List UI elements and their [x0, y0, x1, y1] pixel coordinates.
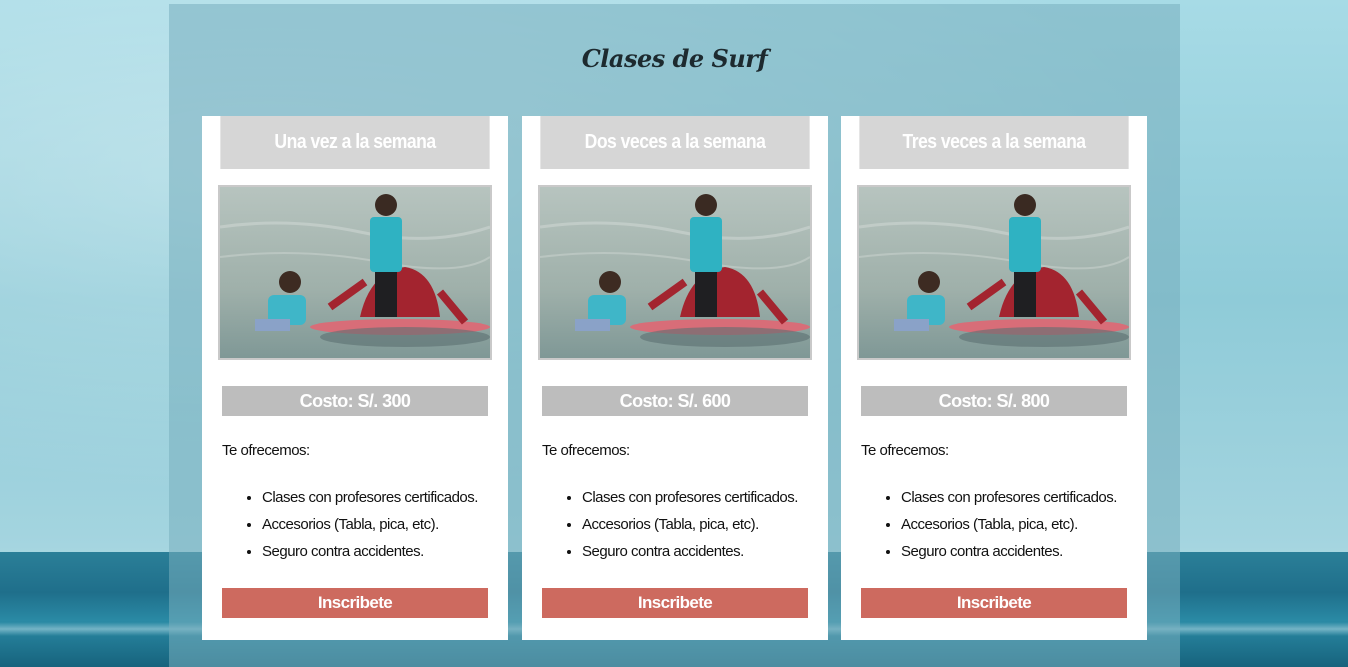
feature-item: Accesorios (Tabla, pica, etc). [582, 515, 798, 542]
feature-item: Clases con profesores certificados. [262, 488, 478, 515]
offer-label: Te ofrecemos: [861, 442, 949, 459]
offer-label: Te ofrecemos: [222, 442, 310, 459]
plan-card-three-weekly: Tres veces a la semana Costo: S/. 800 Te… [841, 116, 1147, 640]
price-label: Costo: S/. 300 [222, 386, 488, 416]
plan-card-twice-weekly: Dos veces a la semana Costo: S/. 600 Te … [522, 116, 828, 640]
surf-lesson-photo [218, 185, 492, 360]
page-title: Clases de Surf [581, 44, 768, 73]
plan-title: Una vez a la semana [220, 116, 490, 169]
signup-button[interactable]: Inscribete [542, 588, 808, 618]
plan-card-once-weekly: Una vez a la semana Costo: S/. 300 Te of… [202, 116, 508, 640]
feature-item: Seguro contra accidentes. [901, 542, 1117, 569]
feature-item: Clases con profesores certificados. [901, 488, 1117, 515]
feature-list: Clases con profesores certificados. Acce… [222, 488, 478, 569]
feature-item: Seguro contra accidentes. [582, 542, 798, 569]
price-label: Costo: S/. 600 [542, 386, 808, 416]
feature-item: Accesorios (Tabla, pica, etc). [901, 515, 1117, 542]
surf-lesson-photo [538, 185, 812, 360]
plan-title: Dos veces a la semana [540, 116, 810, 169]
feature-item: Clases con profesores certificados. [582, 488, 798, 515]
offer-label: Te ofrecemos: [542, 442, 630, 459]
signup-button[interactable]: Inscribete [861, 588, 1127, 618]
surf-lesson-photo [857, 185, 1131, 360]
signup-button[interactable]: Inscribete [222, 588, 488, 618]
price-label: Costo: S/. 800 [861, 386, 1127, 416]
pricing-panel: Clases de Surf Una vez a la semana Costo… [169, 4, 1180, 667]
feature-item: Accesorios (Tabla, pica, etc). [262, 515, 478, 542]
feature-list: Clases con profesores certificados. Acce… [542, 488, 798, 569]
feature-item: Seguro contra accidentes. [262, 542, 478, 569]
plan-title: Tres veces a la semana [859, 116, 1129, 169]
feature-list: Clases con profesores certificados. Acce… [861, 488, 1117, 569]
